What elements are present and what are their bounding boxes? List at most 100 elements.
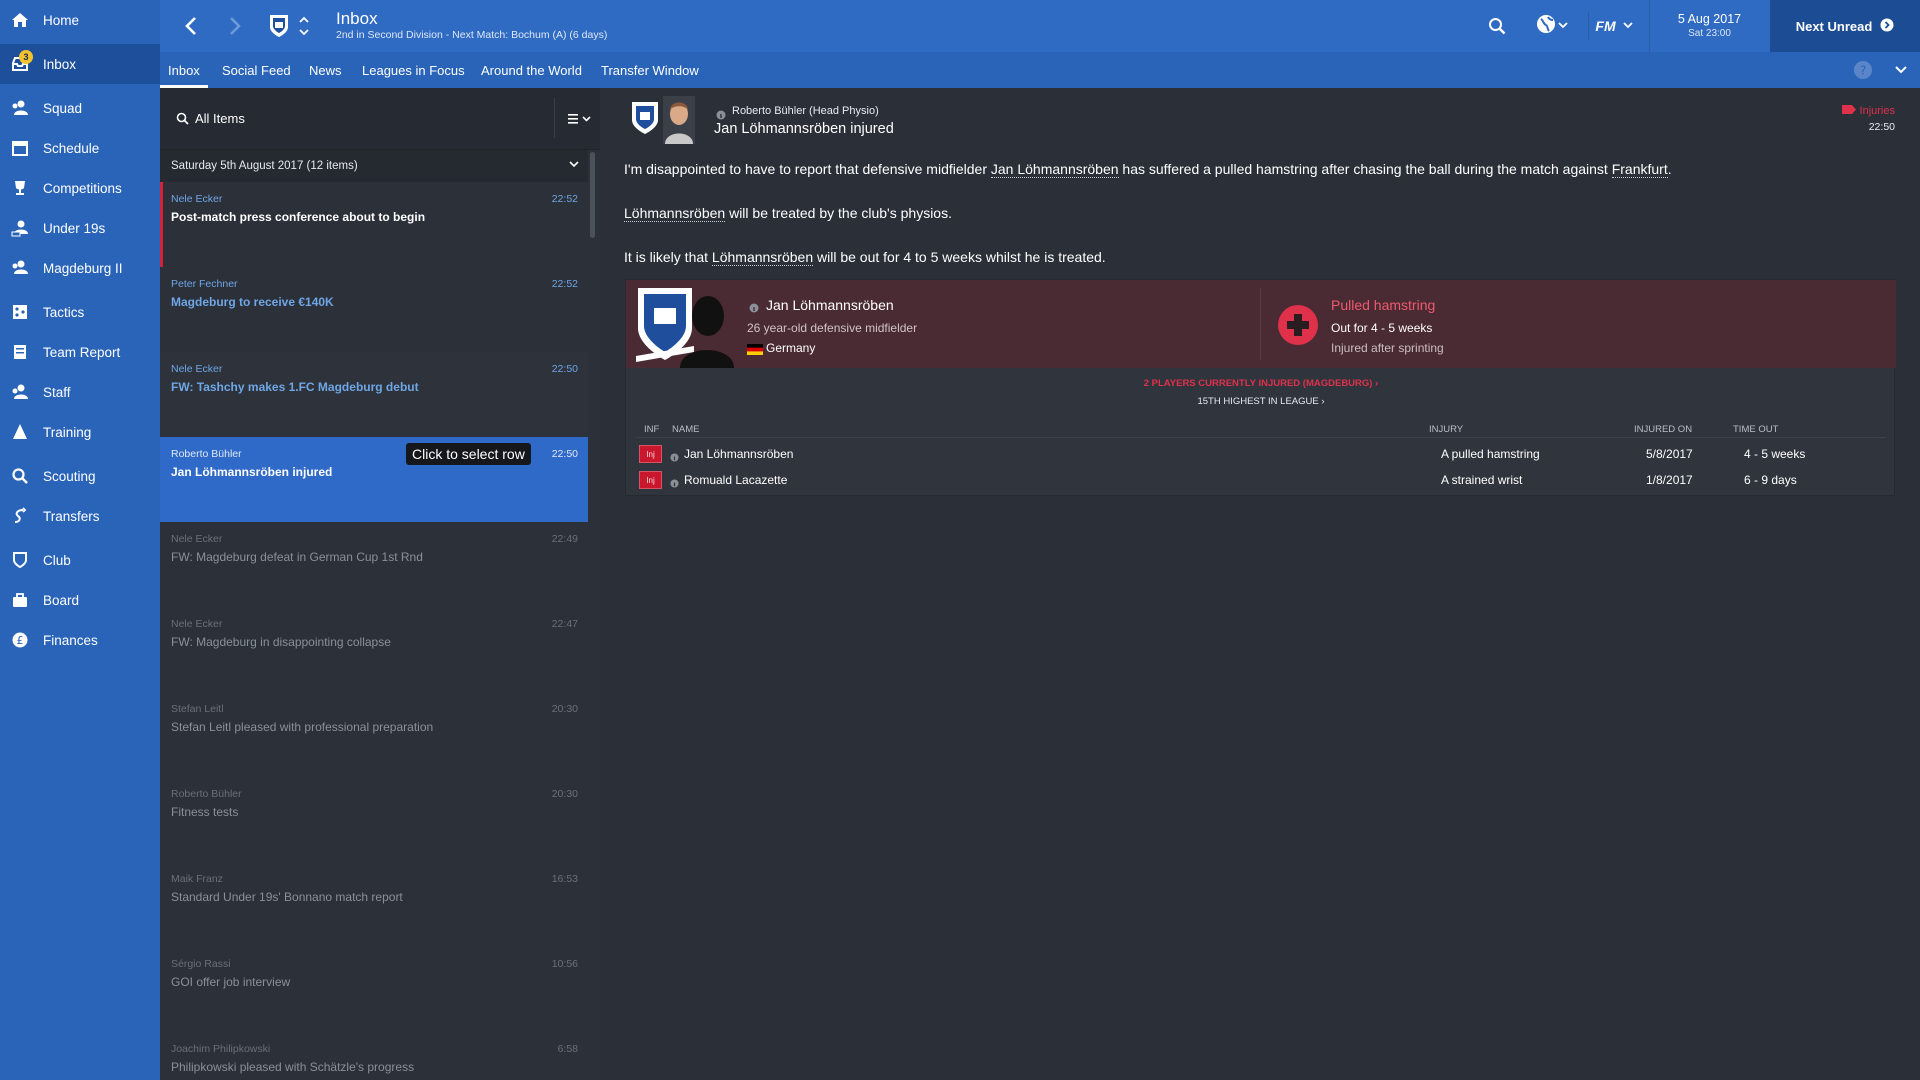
svg-text:?: ? bbox=[1860, 64, 1866, 78]
message-subject: Magdeburg to receive €140K bbox=[171, 295, 334, 309]
injury-duration: Out for 4 - 5 weeks bbox=[1331, 321, 1433, 335]
help-icon[interactable]: ? bbox=[1850, 56, 1876, 84]
tab-around-the-world[interactable]: Around the World bbox=[481, 52, 582, 88]
list-item-selected[interactable]: Roberto Bühler 22:50 Jan Löhmannsröben i… bbox=[160, 437, 588, 522]
player-link[interactable]: Löhmannsröben bbox=[711, 249, 814, 266]
column-header-inf[interactable]: INF bbox=[644, 424, 659, 435]
fm-menu-button[interactable]: FM bbox=[1588, 12, 1640, 40]
table-row[interactable]: Inj Romuald Lacazette A strained wrist 1… bbox=[636, 467, 1886, 493]
sidebar-item-label: Home bbox=[43, 12, 80, 28]
list-item[interactable]: Sérgio Rassi 10:56 GOI offer job intervi… bbox=[160, 947, 588, 1032]
club-switch-chevron-icon[interactable] bbox=[296, 12, 312, 40]
sidebar-item-team-report[interactable]: Team Report bbox=[0, 332, 160, 372]
message-time: 22:52 bbox=[551, 278, 578, 290]
list-item[interactable]: Nele Ecker 22:49 FW: Magdeburg defeat in… bbox=[160, 522, 588, 607]
player-name-cell[interactable]: Romuald Lacazette bbox=[684, 473, 787, 487]
column-header-injured-on[interactable]: INJURED ON bbox=[1634, 424, 1692, 435]
trophy-icon bbox=[10, 178, 30, 198]
forward-button[interactable] bbox=[222, 12, 248, 40]
sidebar-item-staff[interactable]: Staff bbox=[0, 372, 160, 412]
club-link[interactable]: Frankfurt bbox=[1611, 161, 1668, 178]
sidebar-item-scouting[interactable]: Scouting bbox=[0, 456, 160, 496]
sidebar-item-transfers[interactable]: Transfers bbox=[0, 496, 160, 536]
column-header-name[interactable]: NAME bbox=[672, 424, 699, 435]
tab-social-feed[interactable]: Social Feed bbox=[222, 52, 291, 88]
text: . bbox=[1667, 161, 1672, 177]
list-item[interactable]: Stefan Leitl 20:30 Stefan Leitl pleased … bbox=[160, 692, 588, 777]
game-date[interactable]: 5 Aug 2017 Sat 23:00 bbox=[1649, 0, 1769, 52]
club-crest-icon[interactable] bbox=[264, 12, 294, 40]
sidebar-item-finances[interactable]: £ Finances bbox=[0, 620, 160, 660]
info-icon[interactable] bbox=[670, 449, 679, 467]
tab-inbox[interactable]: Inbox bbox=[160, 52, 208, 88]
sidebar-item-competitions[interactable]: Competitions bbox=[0, 168, 160, 208]
top-bar: Inbox 2nd in Second Division - Next Matc… bbox=[160, 0, 1920, 52]
next-unread-button[interactable]: Next Unread bbox=[1770, 0, 1920, 52]
list-item[interactable]: Roberto Bühler 20:30 Fitness tests bbox=[160, 777, 588, 862]
list-item[interactable]: Maik Franz 16:53 Standard Under 19s' Bon… bbox=[160, 862, 588, 947]
message-time: 22:50 bbox=[551, 363, 578, 375]
list-item[interactable]: Nele Ecker 22:47 FW: Magdeburg in disapp… bbox=[160, 607, 588, 692]
player-name-cell[interactable]: Jan Löhmannsröben bbox=[684, 447, 793, 461]
sidebar-item-tactics[interactable]: Tactics bbox=[0, 292, 160, 332]
text: will be treated by the club's physios. bbox=[725, 205, 952, 221]
injuries-tag[interactable]: Injuries bbox=[1841, 105, 1895, 117]
sidebar-item-under-19s[interactable]: Under 19s bbox=[0, 208, 160, 248]
league-rank-label: 15TH HIGHEST IN LEAGUE bbox=[1197, 396, 1319, 407]
sidebar-item-training[interactable]: Training bbox=[0, 412, 160, 452]
injured-on-cell: 1/8/2017 bbox=[1646, 473, 1693, 487]
message-sender-detail[interactable]: Roberto Bühler (Head Physio) bbox=[732, 105, 879, 117]
world-menu-button[interactable] bbox=[1530, 12, 1574, 40]
group-header[interactable]: Saturday 5th August 2017 (12 items) bbox=[160, 150, 588, 182]
unread-badge: 3 bbox=[19, 50, 33, 64]
search-icon[interactable] bbox=[1484, 12, 1510, 40]
tab-news[interactable]: News bbox=[309, 52, 342, 88]
column-header-time-out[interactable]: TIME OUT bbox=[1733, 424, 1778, 435]
tab-leagues-in-focus[interactable]: Leagues in Focus bbox=[362, 52, 465, 88]
sidebar-item-label: Staff bbox=[43, 384, 71, 400]
sidebar-item-schedule[interactable]: Schedule bbox=[0, 128, 160, 168]
injury-card: Jan Löhmannsröben 26 year-old defensive … bbox=[625, 279, 1896, 496]
list-item[interactable]: Peter Fechner 22:52 Magdeburg to receive… bbox=[160, 267, 588, 352]
sidebar-item-board[interactable]: Board bbox=[0, 580, 160, 620]
list-options-menu-icon[interactable] bbox=[568, 112, 596, 130]
player-link[interactable]: Jan Löhmannsröben bbox=[990, 161, 1119, 178]
next-unread-label: Next Unread bbox=[1795, 18, 1873, 34]
board-icon bbox=[10, 590, 30, 610]
list-item[interactable]: Joachim Philipkowski 6:58 Philipkowski p… bbox=[160, 1032, 588, 1080]
player-link[interactable]: Löhmannsröben bbox=[624, 205, 726, 222]
injury-cause: Injured after sprinting bbox=[1331, 341, 1444, 355]
germany-flag-icon bbox=[747, 342, 763, 355]
player-name[interactable]: Jan Löhmannsröben bbox=[766, 297, 894, 313]
message-time: 20:30 bbox=[551, 703, 578, 715]
tab-transfer-window[interactable]: Transfer Window bbox=[601, 52, 699, 88]
text: It is likely that bbox=[624, 249, 712, 265]
league-rank-link[interactable]: 15TH HIGHEST IN LEAGUE › bbox=[626, 396, 1896, 407]
back-button[interactable] bbox=[178, 12, 204, 40]
message-time-detail: 22:50 bbox=[1868, 121, 1895, 133]
tactics-icon bbox=[10, 302, 30, 322]
list-scrollbar[interactable] bbox=[590, 152, 595, 238]
info-icon[interactable] bbox=[670, 475, 679, 493]
injured-players-link[interactable]: 2 PLAYERS CURRENTLY INJURED (MAGDEBURG) … bbox=[626, 378, 1896, 389]
injury-cell: A pulled hamstring bbox=[1441, 447, 1540, 461]
sidebar-item-home[interactable]: Home bbox=[0, 0, 160, 40]
sidebar-item-squad[interactable]: Squad bbox=[0, 88, 160, 128]
message-paragraph: It is likely that Löhmannsröben will be … bbox=[624, 249, 1106, 266]
player-silhouette bbox=[676, 288, 736, 373]
info-icon[interactable] bbox=[749, 300, 759, 318]
chevron-down-icon[interactable] bbox=[1888, 56, 1914, 84]
sidebar-item-inbox[interactable]: 3 Inbox bbox=[0, 44, 160, 84]
sidebar-item-magdeburg-ii[interactable]: Magdeburg II bbox=[0, 248, 160, 288]
text: has suffered a pulled hamstring after ch… bbox=[1118, 161, 1612, 177]
list-item[interactable]: Nele Ecker 22:52 Post-match press confer… bbox=[160, 182, 588, 267]
player-nationality[interactable]: Germany bbox=[766, 341, 815, 355]
list-item[interactable]: Nele Ecker 22:50 FW: Tashchy makes 1.FC … bbox=[160, 352, 588, 437]
table-row[interactable]: Inj Jan Löhmannsröben A pulled hamstring… bbox=[636, 441, 1886, 467]
tooltip: Click to select row bbox=[406, 443, 531, 465]
page-title: Inbox bbox=[336, 9, 378, 28]
column-header-injury[interactable]: INJURY bbox=[1429, 424, 1463, 435]
sidebar-item-club[interactable]: Club bbox=[0, 540, 160, 580]
filter-dropdown[interactable]: All Items bbox=[195, 111, 245, 126]
report-icon bbox=[10, 342, 30, 362]
